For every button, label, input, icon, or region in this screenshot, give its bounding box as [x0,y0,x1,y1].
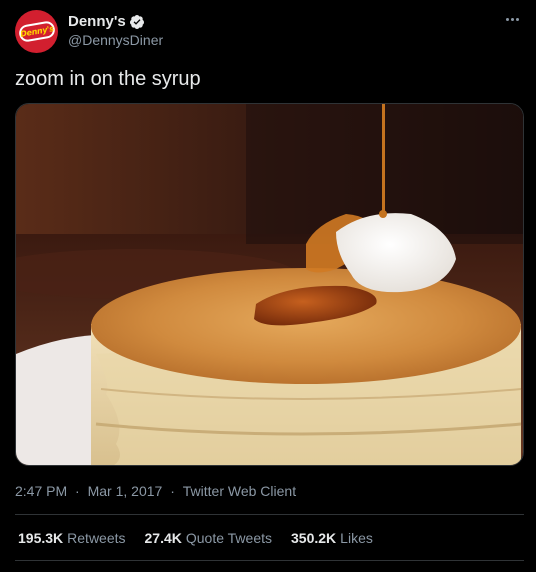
author-handle[interactable]: @DennysDiner [68,32,163,48]
tweet-photo[interactable] [15,103,524,466]
tweet-client[interactable]: Twitter Web Client [183,483,296,499]
more-options-icon[interactable] [502,12,522,26]
tweet-card: Denny's Denny's @DennysDiner zoom in on … [0,0,536,572]
tweet-text: zoom in on the syrup [15,68,201,90]
quote-tweets-count: 27.4K [144,530,182,546]
more-dot [505,17,509,21]
likes-label: Likes [340,530,373,546]
tweet-time[interactable]: 2:47 PM [15,483,67,499]
likes-stat[interactable]: 350.2K Likes [291,530,373,546]
likes-count: 350.2K [291,530,337,546]
tweet-meta: 2:47 PM · Mar 1, 2017 · Twitter Web Clie… [15,483,296,499]
retweets-label: Retweets [67,530,126,546]
divider [15,560,524,561]
tweet-date[interactable]: Mar 1, 2017 [88,483,163,499]
author-name-row: Denny's [68,13,145,30]
quote-tweets-stat[interactable]: 27.4K Quote Tweets [145,530,273,546]
verified-badge-icon [129,14,144,29]
meta-separator: · [75,483,80,499]
more-dot [510,17,514,21]
retweets-count: 195.3K [18,530,64,546]
meta-separator: · [170,483,175,499]
avatar[interactable]: Denny's [15,10,58,53]
retweets-stat[interactable]: 195.3K Retweets [18,530,126,546]
pancake-syrup-photo [16,104,523,465]
quote-tweets-label: Quote Tweets [185,530,273,546]
display-name[interactable]: Denny's [68,13,126,30]
tweet-stats: 195.3K Retweets 27.4K Quote Tweets 350.2K L… [18,530,392,546]
divider [15,514,524,515]
more-dot [515,17,519,21]
dennys-logo: Denny's [17,20,56,43]
